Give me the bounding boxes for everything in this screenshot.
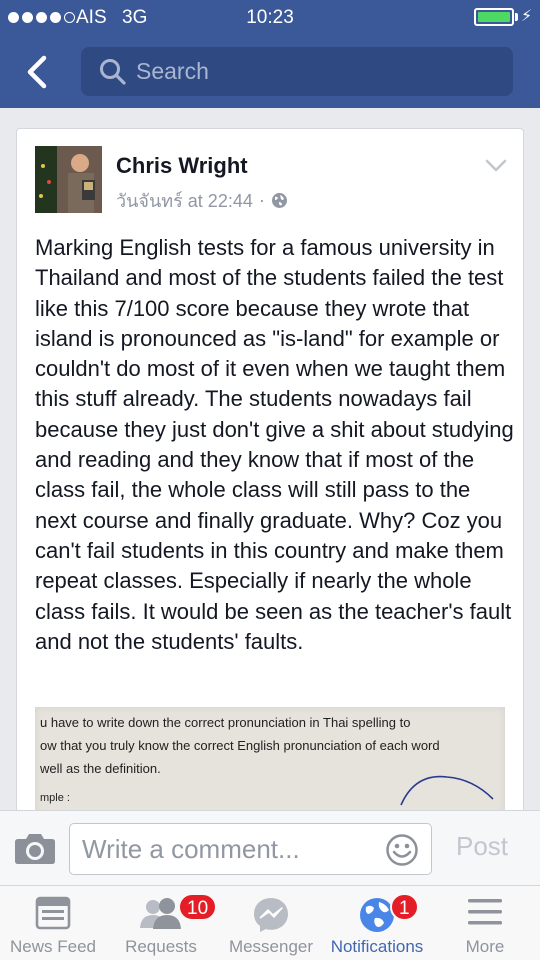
meta-separator: · (258, 190, 265, 210)
status-bar: AIS 3G 10:23 ⚡ (0, 0, 540, 36)
camera-icon[interactable] (14, 831, 56, 865)
photo-text-line: well as the definition. (40, 761, 161, 776)
tab-label: News Feed (10, 937, 96, 956)
post-card: Chris Wright วันจันทร์ at 22:44 · Markin… (16, 128, 524, 810)
post-options-chevron-icon[interactable] (485, 159, 507, 173)
tab-more[interactable]: More (432, 886, 538, 960)
pen-scribble (400, 775, 494, 806)
tab-label: Messenger (228, 937, 314, 956)
requests-badge: 10 (178, 893, 218, 921)
tab-label: More (465, 937, 505, 956)
tab-notifications[interactable]: 1 Notifications (324, 886, 430, 960)
tab-messenger[interactable]: Messenger (218, 886, 324, 960)
post-author-name[interactable]: Chris Wright (116, 153, 248, 179)
battery-icon (474, 8, 514, 26)
search-input[interactable] (136, 57, 496, 85)
photo-text-line: mple : (40, 792, 70, 804)
smiley-icon[interactable] (385, 833, 419, 867)
post-timestamp[interactable]: วันจันทร์ at 22:44 (116, 186, 253, 215)
chevron-left-icon (27, 55, 47, 89)
photo-text-line: u have to write down the correct pronunc… (40, 715, 411, 730)
globe-icon (271, 193, 287, 208)
notifications-badge: 1 (390, 893, 419, 921)
hamburger-menu-icon (468, 899, 502, 925)
tab-label: Requests (125, 937, 197, 956)
post-photo[interactable]: u have to write down the correct pronunc… (35, 707, 505, 810)
comment-field[interactable] (69, 823, 432, 875)
top-header: AIS 3G 10:23 ⚡ (0, 0, 540, 108)
charging-bolt-icon: ⚡ (521, 8, 533, 25)
news-feed-icon (35, 896, 71, 930)
comment-bar: Post (0, 810, 540, 885)
messenger-icon (254, 898, 288, 932)
post-meta: วันจันทร์ at 22:44 · (116, 186, 288, 215)
avatar[interactable] (35, 146, 102, 213)
bottom-tab-bar: News Feed 10 Requests Messenger 1 Notifi… (0, 885, 540, 960)
tab-news-feed[interactable]: News Feed (0, 886, 106, 960)
post-comment-button[interactable]: Post (456, 831, 508, 862)
status-time: 10:23 (246, 7, 294, 28)
back-button[interactable] (18, 50, 58, 94)
search-icon (100, 59, 126, 85)
news-feed[interactable]: Chris Wright วันจันทร์ at 22:44 · Markin… (0, 108, 540, 810)
post-body-text: Marking English tests for a famous unive… (35, 235, 514, 654)
photo-text-line: ow that you truly know the correct Engli… (40, 738, 440, 753)
tab-label: Notifications (330, 937, 424, 956)
tab-requests[interactable]: 10 Requests (108, 886, 218, 960)
search-bar[interactable] (81, 47, 513, 96)
friend-requests-icon (140, 898, 181, 929)
comment-input[interactable] (82, 834, 372, 864)
